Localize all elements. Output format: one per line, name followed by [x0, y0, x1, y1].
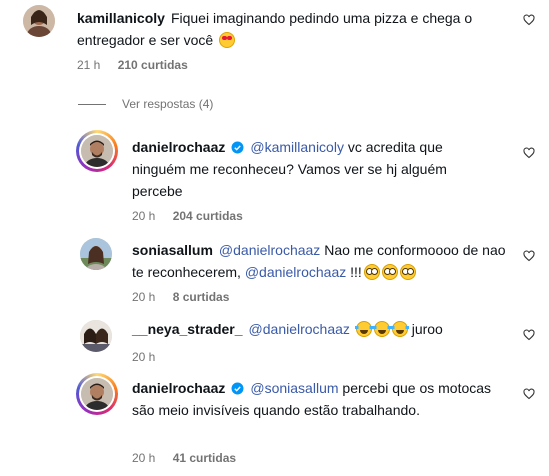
verified-badge-icon	[231, 382, 244, 395]
comment-body-end: !!!	[350, 264, 362, 280]
avatar[interactable]	[80, 238, 112, 270]
story-ring[interactable]	[76, 130, 118, 172]
heart-outline-icon[interactable]	[523, 147, 535, 159]
comment-text: kamillanicoly Fiquei imaginando pedindo u…	[77, 7, 517, 51]
heart-outline-icon[interactable]	[523, 250, 535, 262]
likes-count[interactable]: 8 curtidas	[173, 290, 230, 304]
mention-link[interactable]: @kamillanicoly	[250, 139, 344, 155]
comment-meta: 20 h	[132, 350, 155, 364]
avatar[interactable]	[80, 320, 112, 352]
avatar	[81, 378, 113, 410]
mention-link[interactable]: @danielrochaaz	[245, 264, 346, 280]
mention-link[interactable]: @danielrochaaz	[249, 321, 350, 337]
flushed-emoji-icon	[399, 264, 416, 280]
likes-count[interactable]: 204 curtidas	[173, 209, 243, 223]
flushed-emoji-icon	[363, 264, 380, 280]
username[interactable]: __neya_strader_	[132, 321, 243, 337]
comment-body: juroo	[411, 321, 443, 337]
comment-text: danielrochaaz @kamillanicoly vc acredita …	[132, 136, 482, 202]
mention-link[interactable]: @soniasallum	[250, 380, 338, 396]
story-ring[interactable]	[76, 373, 118, 415]
timestamp[interactable]: 20 h	[132, 451, 155, 465]
comment-meta: 20 h 8 curtidas	[132, 290, 229, 304]
timestamp[interactable]: 20 h	[132, 290, 155, 304]
joy-emoji-icon	[390, 321, 409, 337]
likes-count[interactable]: 210 curtidas	[118, 58, 188, 72]
timestamp[interactable]: 20 h	[132, 350, 155, 364]
divider	[78, 103, 106, 105]
username[interactable]: kamillanicoly	[77, 10, 165, 26]
verified-badge-icon	[231, 141, 244, 154]
comment-meta: 21 h 210 curtidas	[77, 58, 188, 72]
timestamp[interactable]: 20 h	[132, 209, 155, 223]
avatar	[81, 135, 113, 167]
username[interactable]: soniasallum	[132, 242, 213, 258]
comment-text: danielrochaaz @soniasallum percebi que os…	[132, 377, 502, 421]
heart-outline-icon[interactable]	[523, 388, 535, 400]
likes-count[interactable]: 41 curtidas	[173, 451, 236, 465]
comment-meta: 20 h 204 curtidas	[132, 209, 243, 223]
username[interactable]: danielrochaaz	[132, 139, 225, 155]
view-replies-button[interactable]: Ver respostas (4)	[78, 97, 213, 111]
heart-outline-icon[interactable]	[523, 14, 535, 26]
heart-outline-icon[interactable]	[523, 329, 535, 341]
joy-emoji-icon	[354, 321, 373, 337]
mention-link[interactable]: @danielrochaaz	[219, 242, 320, 258]
username[interactable]: danielrochaaz	[132, 380, 225, 396]
heart-eyes-emoji-icon	[219, 32, 236, 48]
joy-emoji-icon	[372, 321, 391, 337]
comment-meta: 20 h 41 curtidas	[132, 451, 236, 465]
flushed-emoji-icon	[381, 264, 398, 280]
comment-text: __neya_strader_ @danielrochaaz juroo	[132, 318, 517, 340]
comment-text: soniasallum @danielrochaaz Nao me conform…	[132, 239, 517, 283]
view-replies-label[interactable]: Ver respostas (4)	[122, 97, 213, 111]
timestamp[interactable]: 21 h	[77, 58, 100, 72]
avatar[interactable]	[23, 5, 55, 37]
